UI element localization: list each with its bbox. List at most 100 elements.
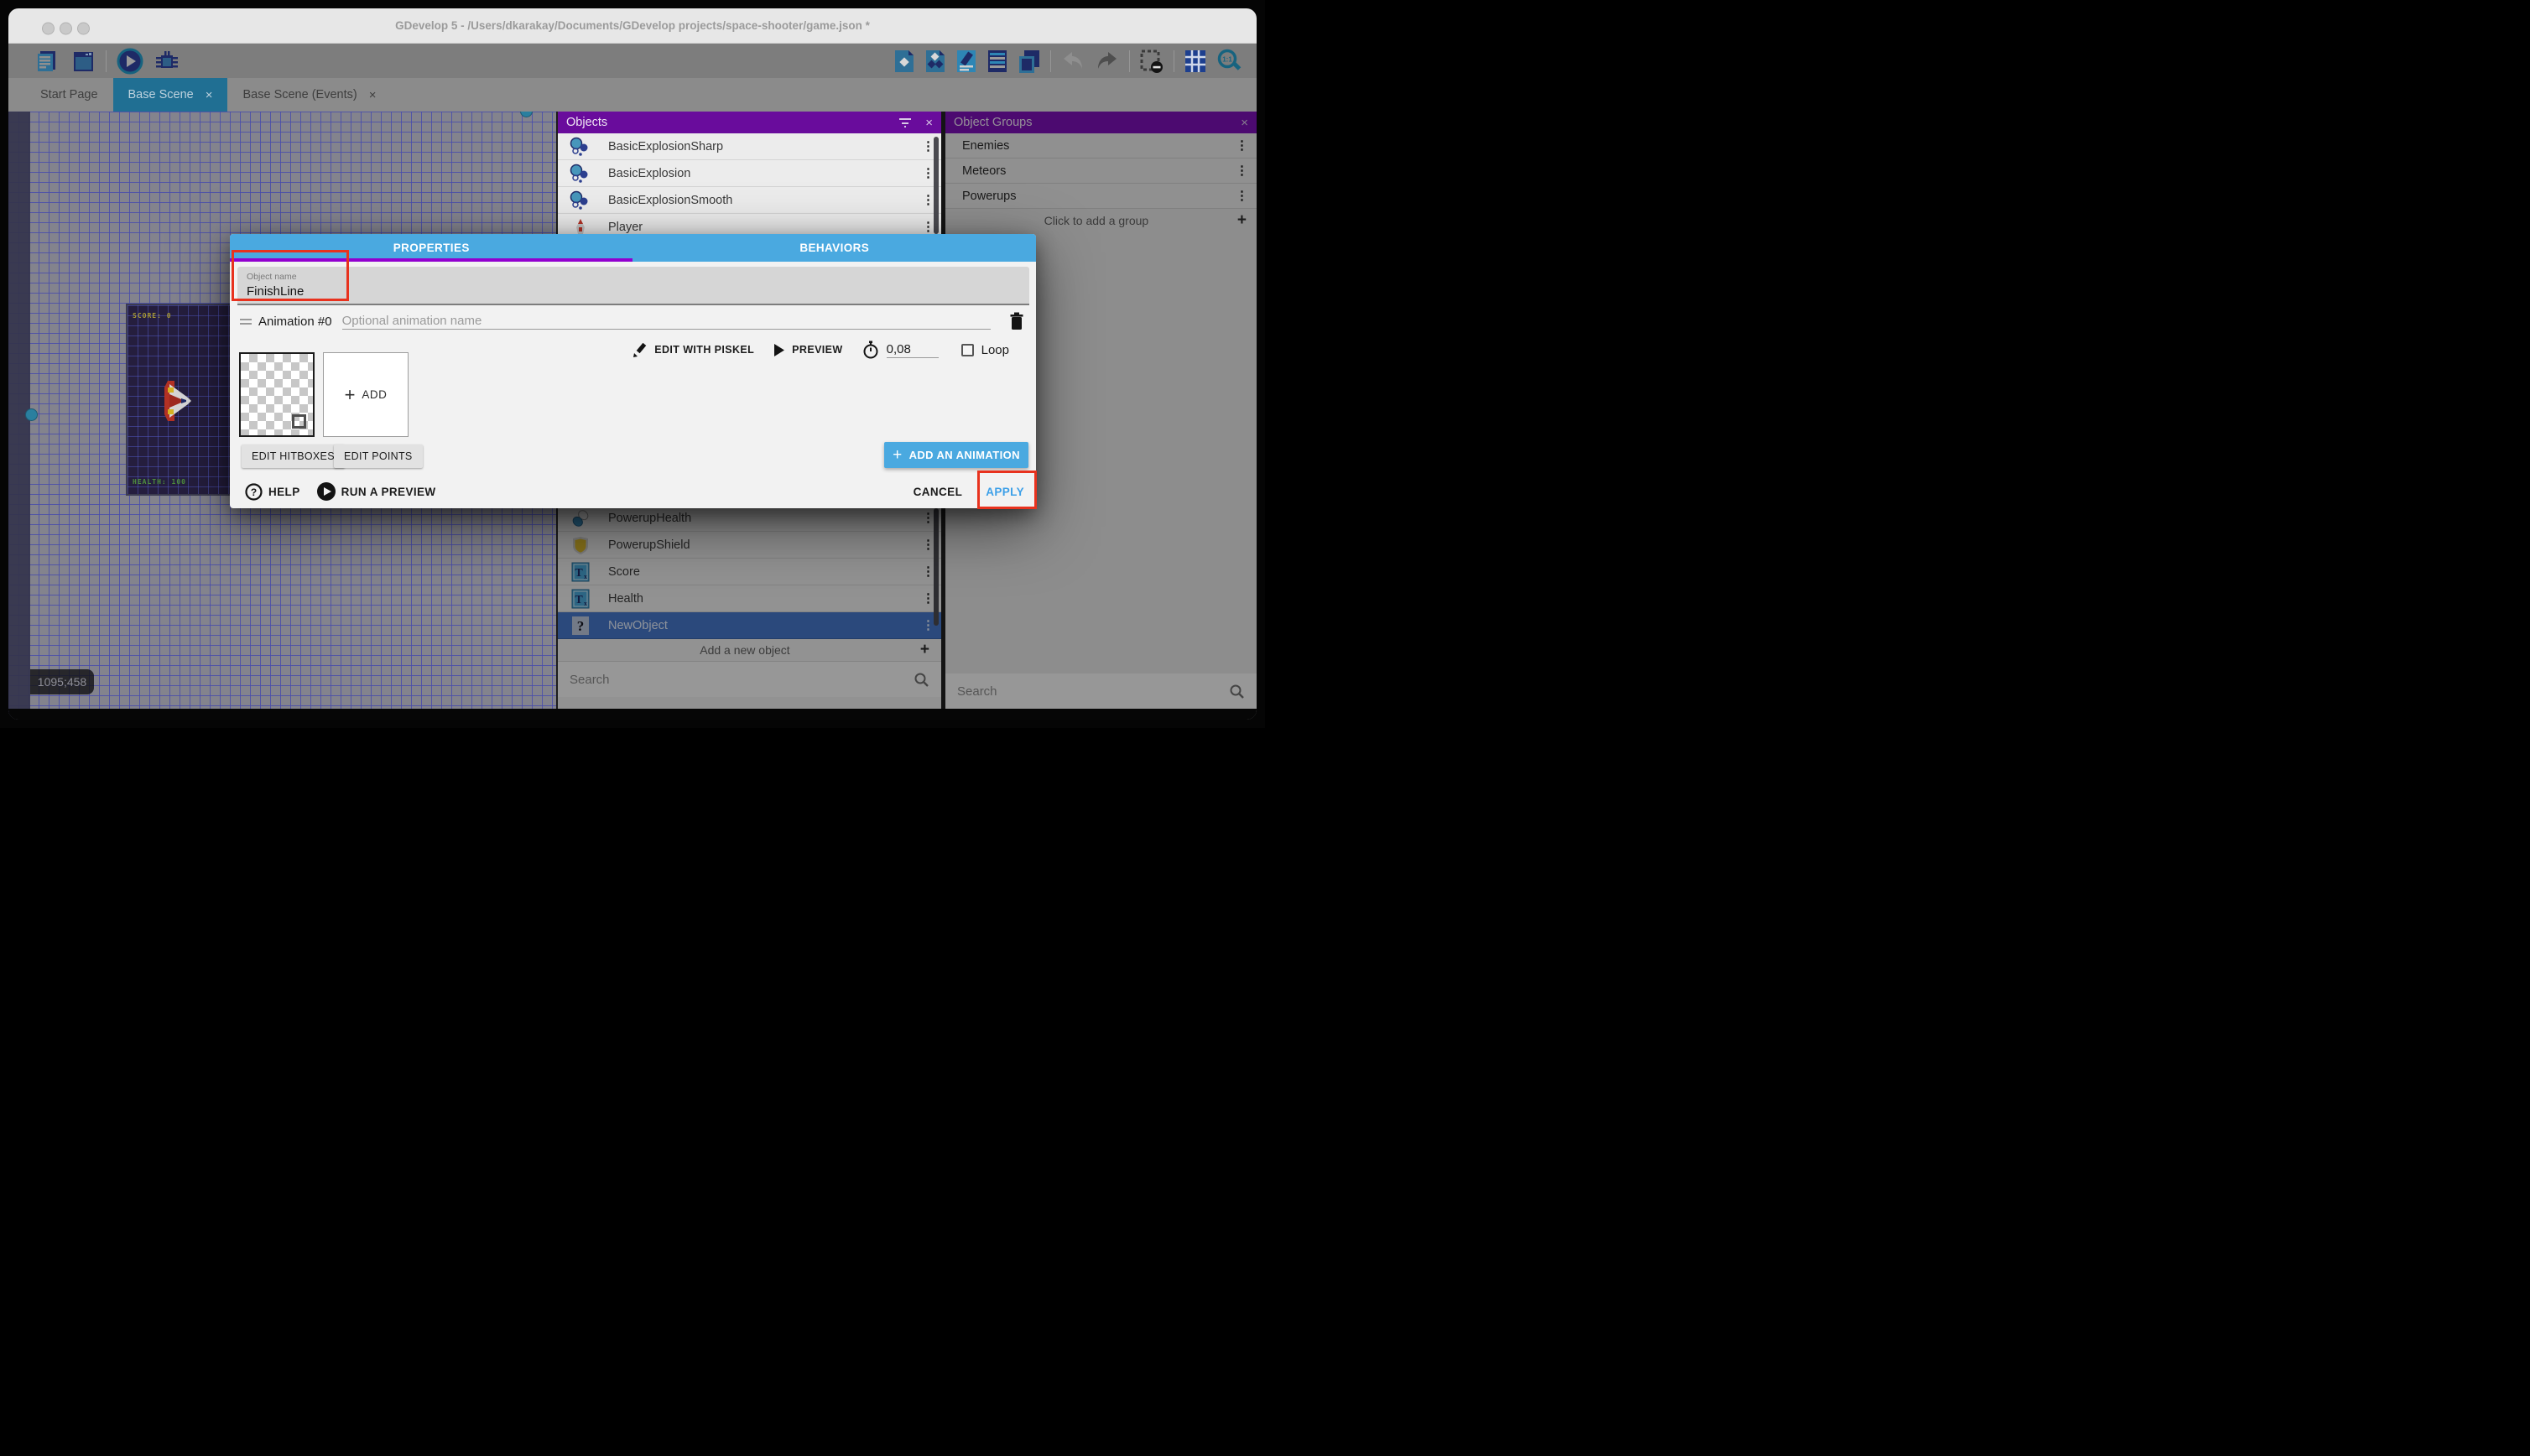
svg-text:?: ? — [577, 618, 585, 634]
tab-base-scene-events[interactable]: Base Scene (Events) × — [227, 78, 391, 112]
objects-list-bottom: PowerupHealth ⋮ PowerupShield ⋮ — [558, 505, 941, 720]
zoom-one-to-one-icon[interactable]: 1:1 — [1216, 48, 1243, 75]
canvas-scroll-top-handle[interactable] — [520, 112, 533, 117]
tab-base-scene[interactable]: Base Scene × — [113, 78, 228, 112]
groups-search-row — [945, 673, 1257, 709]
close-tab-icon[interactable]: × — [206, 88, 213, 102]
cancel-button[interactable]: CANCEL — [914, 486, 963, 498]
animation-name-input[interactable] — [342, 314, 991, 328]
objects-search-input[interactable] — [570, 673, 914, 687]
drag-handle-icon[interactable] — [240, 316, 252, 327]
close-panel-icon[interactable]: × — [1241, 116, 1248, 130]
objects-list-icon[interactable] — [893, 49, 915, 74]
add-frame-tile[interactable]: + ADD — [323, 352, 409, 437]
object-name-field[interactable]: Object name — [237, 267, 1029, 305]
object-name: NewObject — [608, 619, 668, 632]
row-menu-icon[interactable]: ⋮ — [922, 143, 934, 151]
row-menu-icon[interactable]: ⋮ — [922, 196, 934, 205]
row-menu-icon[interactable]: ⋮ — [922, 595, 934, 603]
screenshot-root: GDevelop 5 - /Users/dkarakay/Documents/G… — [0, 0, 1265, 728]
delete-animation-icon[interactable] — [1009, 312, 1024, 330]
add-group-label: Click to add a group — [955, 214, 1237, 227]
object-groups-icon[interactable] — [924, 49, 946, 74]
animation-tools-row: EDIT WITH PISKEL PREVIEW — [632, 338, 1009, 361]
explosion-object-icon — [570, 190, 591, 211]
scene-window-icon[interactable] — [70, 49, 96, 74]
project-manager-icon[interactable] — [35, 49, 60, 74]
close-panel-icon[interactable]: × — [925, 116, 933, 130]
play-preview-icon[interactable] — [117, 48, 143, 75]
object-row[interactable]: BasicExplosionSmooth ⋮ — [558, 187, 941, 214]
grid-icon[interactable] — [1184, 49, 1207, 74]
plus-icon: + — [345, 384, 356, 406]
add-group-row[interactable]: Click to add a group + — [945, 209, 1257, 232]
dialog-actions: ? HELP RUN A PREVIEW CANCEL APPLY — [245, 480, 1024, 503]
close-tab-icon[interactable]: × — [369, 88, 377, 102]
row-menu-icon[interactable]: ⋮ — [1236, 192, 1248, 200]
row-menu-icon[interactable]: ⋮ — [922, 514, 934, 523]
add-new-object-row[interactable]: Add a new object + — [558, 639, 941, 662]
group-row[interactable]: Enemies ⋮ — [945, 133, 1257, 159]
tab-label: Start Page — [40, 88, 98, 101]
player-ship-sprite[interactable] — [163, 379, 193, 423]
row-menu-icon[interactable]: ⋮ — [922, 541, 934, 549]
objects-scrollbar-lower[interactable] — [934, 508, 939, 626]
properties-edit-icon[interactable] — [955, 49, 977, 74]
undo-icon[interactable] — [1060, 49, 1085, 74]
frame-duration-input[interactable] — [887, 342, 939, 356]
edit-hitboxes-button[interactable]: EDIT HITBOXES — [242, 445, 345, 468]
tab-label: Base Scene — [128, 88, 194, 101]
object-name: PowerupShield — [608, 538, 690, 552]
animation-row: Animation #0 — [240, 311, 1024, 331]
objects-panel-title: Objects — [566, 116, 607, 129]
animation-label: Animation #0 — [258, 315, 332, 329]
annotation-object-name — [232, 250, 349, 301]
text-object-icon: T x — [570, 562, 591, 582]
filter-icon[interactable] — [898, 117, 912, 128]
loop-checkbox[interactable] — [961, 344, 974, 356]
tab-behaviors[interactable]: BEHAVIORS — [633, 234, 1037, 262]
objects-list-top: BasicExplosionSharp ⋮ BasicExplosion ⋮ — [558, 133, 941, 241]
objects-scrollbar[interactable] — [934, 137, 939, 234]
plus-icon[interactable]: + — [920, 641, 929, 659]
tab-start-page[interactable]: Start Page — [25, 78, 113, 112]
toolbar-separator — [1129, 50, 1130, 72]
gdevelop-window: GDevelop 5 - /Users/dkarakay/Documents/G… — [8, 8, 1257, 720]
row-menu-icon[interactable]: ⋮ — [922, 568, 934, 576]
animation-frame-thumbnail[interactable] — [239, 352, 315, 437]
run-preview-button[interactable]: RUN A PREVIEW — [341, 486, 436, 498]
redo-icon[interactable] — [1095, 49, 1120, 74]
row-menu-icon[interactable]: ⋮ — [922, 169, 934, 178]
object-editor-dialog: PROPERTIES BEHAVIORS Object name Animati… — [230, 234, 1036, 508]
object-row[interactable]: PowerupShield ⋮ — [558, 532, 941, 559]
object-row[interactable]: T x Score ⋮ — [558, 559, 941, 585]
edit-points-button[interactable]: EDIT POINTS — [334, 445, 423, 468]
frame-origin-marker — [292, 414, 306, 429]
group-name: Enemies — [962, 139, 1009, 153]
object-row-selected[interactable]: ? NewObject ⋮ — [558, 612, 941, 639]
row-menu-icon[interactable]: ⋮ — [922, 621, 934, 630]
object-row[interactable]: BasicExplosionSharp ⋮ — [558, 133, 941, 160]
object-row[interactable]: T x Health ⋮ — [558, 585, 941, 612]
objects-search-row — [558, 662, 941, 697]
group-row[interactable]: Powerups ⋮ — [945, 184, 1257, 209]
help-button[interactable]: HELP — [268, 486, 300, 498]
group-row[interactable]: Meteors ⋮ — [945, 159, 1257, 184]
edit-with-piskel-button[interactable]: EDIT WITH PISKEL — [654, 344, 754, 356]
object-row[interactable]: PowerupHealth ⋮ — [558, 505, 941, 532]
row-menu-icon[interactable]: ⋮ — [1236, 167, 1248, 175]
preview-button[interactable]: PREVIEW — [792, 344, 842, 356]
canvas-scroll-left-handle[interactable] — [25, 408, 38, 421]
plus-icon[interactable]: + — [1237, 211, 1247, 230]
instances-list-icon[interactable] — [986, 49, 1008, 74]
debug-icon[interactable] — [154, 48, 180, 75]
groups-search-input[interactable] — [957, 684, 1229, 699]
row-menu-icon[interactable]: ⋮ — [1236, 142, 1248, 150]
row-menu-icon[interactable]: ⋮ — [922, 223, 934, 231]
mask-frame-icon[interactable] — [1139, 49, 1164, 74]
powerup-health-icon — [570, 508, 591, 528]
add-animation-button[interactable]: + ADD AN ANIMATION — [884, 442, 1028, 468]
object-name: BasicExplosionSharp — [608, 140, 723, 153]
object-row[interactable]: BasicExplosion ⋮ — [558, 160, 941, 187]
layers-icon[interactable] — [1018, 49, 1041, 74]
